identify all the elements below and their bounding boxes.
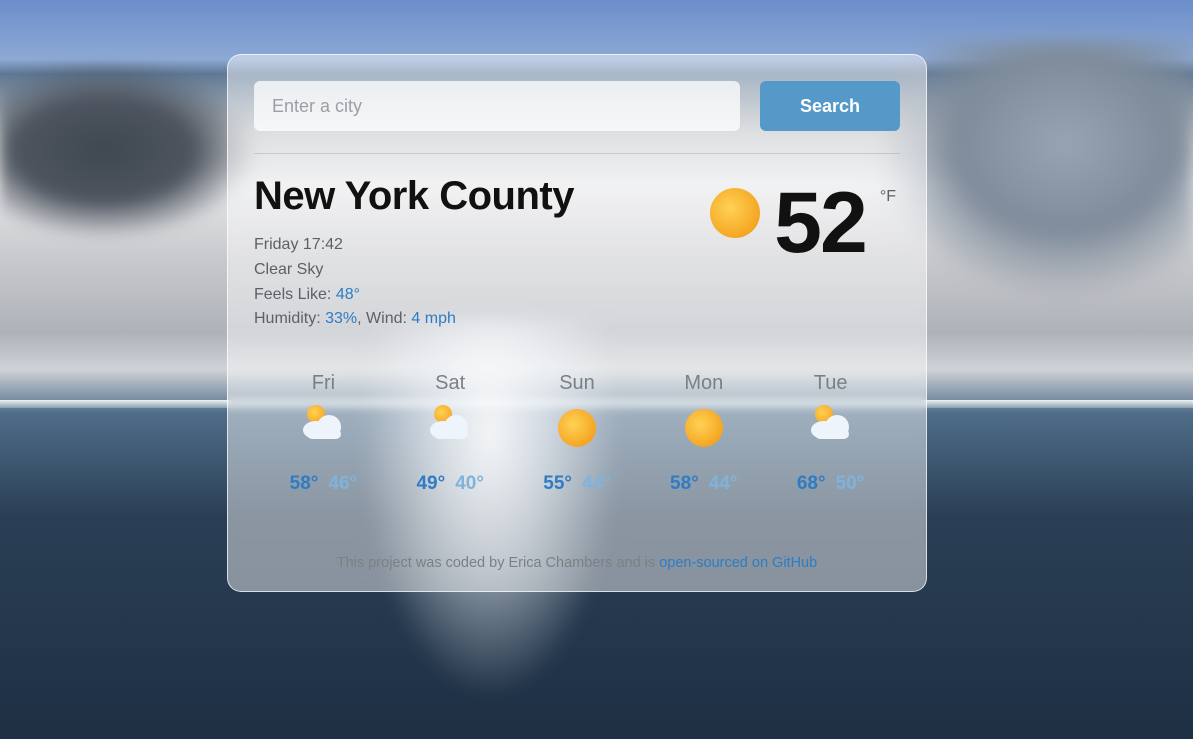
city-search-input[interactable]	[254, 81, 740, 131]
forecast-high: 58°	[290, 473, 319, 494]
wind-value: 4 mph	[411, 310, 455, 327]
forecast-day: Sat 49° 40°	[387, 372, 514, 495]
forecast-row: Fri 58° 46° Sat 49° 40° Sun 55° 44° Mon 58° 44° Tue 6…	[254, 372, 900, 495]
cloud-icon	[811, 409, 851, 449]
footer: This project was coded by Erica Chambers…	[254, 555, 900, 571]
location-name: New York County	[254, 174, 574, 219]
github-link[interactable]: open-sourced on GitHub	[659, 555, 817, 571]
forecast-temps: 58° 46°	[260, 473, 387, 495]
search-button[interactable]: Search	[760, 81, 900, 131]
humidity-wind-row: Humidity: 33%, Wind: 4 mph	[254, 307, 574, 332]
footer-text: This project was coded by Erica Chambers…	[337, 555, 659, 571]
temperature-unit: °F	[880, 188, 896, 206]
sun-icon	[684, 409, 724, 449]
forecast-low: 44°	[582, 473, 611, 494]
forecast-low: 40°	[455, 473, 484, 494]
divider	[254, 153, 900, 154]
humidity-label: Humidity:	[254, 310, 325, 327]
forecast-day-name: Mon	[640, 372, 767, 395]
forecast-day: Sun 55° 44°	[514, 372, 641, 495]
forecast-day: Mon 58° 44°	[640, 372, 767, 495]
forecast-temps: 49° 40°	[387, 473, 514, 495]
feels-like-label: Feels Like:	[254, 286, 336, 303]
weather-card: Search New York County Friday 17:42 Clea…	[227, 54, 927, 592]
cloud-icon	[430, 409, 470, 449]
feels-like-value: 48°	[336, 286, 360, 303]
forecast-high: 68°	[797, 473, 826, 494]
forecast-low: 44°	[709, 473, 738, 494]
feels-like-row: Feels Like: 48°	[254, 283, 574, 308]
forecast-day: Tue 68° 50°	[767, 372, 894, 495]
current-temperature: 52	[774, 180, 866, 266]
humidity-value: 33%	[325, 310, 357, 327]
location-block: New York County Friday 17:42 Clear Sky F…	[254, 174, 574, 332]
wind-label: , Wind:	[357, 310, 411, 327]
forecast-low: 50°	[836, 473, 865, 494]
forecast-high: 55°	[543, 473, 572, 494]
forecast-day-name: Sun	[514, 372, 641, 395]
sun-icon	[710, 188, 760, 238]
temperature-block: 52 °F	[710, 180, 900, 266]
current-meta: Friday 17:42 Clear Sky Feels Like: 48° H…	[254, 233, 574, 332]
current-weather: New York County Friday 17:42 Clear Sky F…	[254, 174, 900, 332]
forecast-temps: 58° 44°	[640, 473, 767, 495]
sun-icon	[557, 409, 597, 449]
current-datetime: Friday 17:42	[254, 233, 574, 258]
forecast-high: 58°	[670, 473, 699, 494]
forecast-day-name: Fri	[260, 372, 387, 395]
forecast-temps: 68° 50°	[767, 473, 894, 495]
forecast-high: 49°	[416, 473, 445, 494]
current-condition: Clear Sky	[254, 258, 574, 283]
forecast-day-name: Tue	[767, 372, 894, 395]
forecast-low: 46°	[328, 473, 357, 494]
search-row: Search	[254, 81, 900, 131]
forecast-temps: 55° 44°	[514, 473, 641, 495]
forecast-day: Fri 58° 46°	[260, 372, 387, 495]
forecast-day-name: Sat	[387, 372, 514, 395]
cloud-icon	[303, 409, 343, 449]
